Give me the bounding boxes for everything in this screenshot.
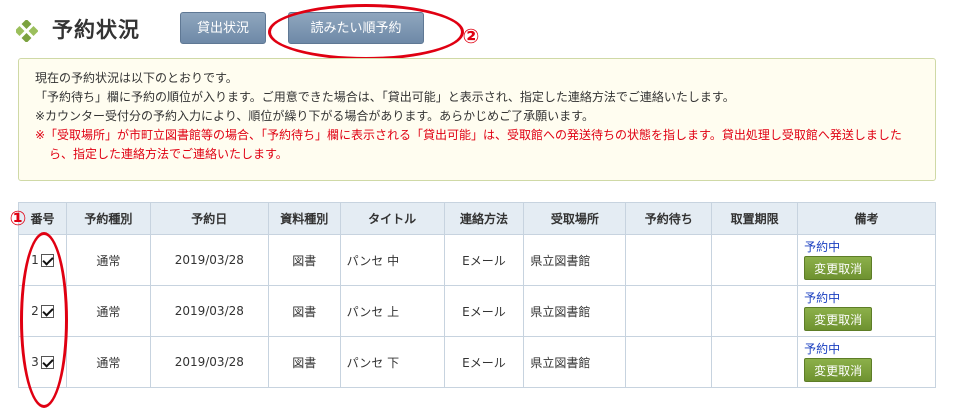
annotation-badge-2: ② — [462, 24, 480, 48]
cell-limit — [711, 285, 799, 337]
cell-limit — [711, 336, 799, 388]
cell-place: 県立図書館 — [523, 234, 627, 286]
col-material-type: 資料種別 — [267, 202, 341, 235]
notice-line-3: ※カウンター受付分の予約入力により、順位が繰り下がる場合があります。あらかじめご… — [35, 109, 594, 123]
cell-title: パンセ 下 — [339, 336, 445, 388]
reserve-status-link[interactable]: 予約中 — [804, 342, 934, 356]
cell-type: 通常 — [65, 336, 151, 388]
cell-contact: Eメール — [443, 336, 525, 388]
cell-contact: Eメール — [443, 285, 525, 337]
cell-date: 2019/03/28 — [149, 234, 269, 286]
reserve-status-link[interactable]: 予約中 — [804, 240, 934, 254]
cell-wait — [625, 336, 713, 388]
notice-warning: ※「受取場所」が市町立図書館等の場合、「予約待ち」欄に表示される「貸出可能」は、… — [35, 128, 902, 161]
cell-place: 県立図書館 — [523, 285, 627, 337]
table-row: 2 通常 2019/03/28 図書 パンセ 上 Eメール 県立図書館 予約中 … — [18, 285, 936, 337]
cell-type: 通常 — [65, 285, 151, 337]
annotation-ellipse-2 — [268, 4, 464, 60]
tab-lending-status[interactable]: 貸出状況 — [180, 12, 266, 44]
cell-material: 図書 — [267, 336, 341, 388]
notice-line-2: 「予約待ち」欄に予約の順位が入ります。ご用意できた場合は、「貸出可能」と表示され… — [35, 90, 735, 104]
cell-material: 図書 — [267, 285, 341, 337]
change-cancel-button[interactable]: 変更取消 — [804, 307, 873, 331]
notice-line-1: 現在の予約状況は以下のとおりです。 — [35, 71, 238, 85]
cell-contact: Eメール — [443, 234, 525, 286]
col-remarks: 備考 — [797, 202, 936, 235]
table-row: 3 通常 2019/03/28 図書 パンセ 下 Eメール 県立図書館 予約中 … — [18, 336, 936, 388]
cell-limit — [711, 234, 799, 286]
reservation-table: 番号 予約種別 予約日 資料種別 タイトル 連絡方法 受取場所 予約待ち 取置期… — [18, 202, 936, 388]
annotation-ellipse-1 — [20, 232, 68, 408]
annotation-badge-1: ① — [9, 206, 27, 230]
col-reserve-type: 予約種別 — [65, 202, 151, 235]
cell-remarks: 予約中 変更取消 — [797, 336, 936, 388]
four-diamond-icon — [16, 20, 38, 42]
cell-remarks: 予約中 変更取消 — [797, 285, 936, 337]
cell-remarks: 予約中 変更取消 — [797, 234, 936, 286]
cell-title: パンセ 上 — [339, 285, 445, 337]
change-cancel-button[interactable]: 変更取消 — [804, 256, 873, 280]
cell-place: 県立図書館 — [523, 336, 627, 388]
cell-type: 通常 — [65, 234, 151, 286]
col-pickup-place: 受取場所 — [523, 202, 627, 235]
page-header: 予約状況 貸出状況 読みたい順予約 ② — [14, 4, 954, 60]
col-reserve-date: 予約日 — [149, 202, 269, 235]
cell-wait — [625, 285, 713, 337]
reserve-status-link[interactable]: 予約中 — [804, 291, 934, 305]
cell-title: パンセ 中 — [339, 234, 445, 286]
col-title: タイトル — [339, 202, 445, 235]
cell-date: 2019/03/28 — [149, 285, 269, 337]
page-title: 予約状況 — [52, 18, 140, 42]
notice-box: 現在の予約状況は以下のとおりです。 「予約待ち」欄に予約の順位が入ります。ご用意… — [18, 58, 936, 181]
cell-date: 2019/03/28 — [149, 336, 269, 388]
table-header-row: 番号 予約種別 予約日 資料種別 タイトル 連絡方法 受取場所 予約待ち 取置期… — [18, 202, 936, 235]
change-cancel-button[interactable]: 変更取消 — [804, 358, 873, 382]
col-hold-limit: 取置期限 — [711, 202, 799, 235]
col-contact: 連絡方法 — [443, 202, 525, 235]
cell-material: 図書 — [267, 234, 341, 286]
table-row: 1 通常 2019/03/28 図書 パンセ 中 Eメール 県立図書館 予約中 … — [18, 234, 936, 286]
cell-wait — [625, 234, 713, 286]
col-wait: 予約待ち — [625, 202, 713, 235]
